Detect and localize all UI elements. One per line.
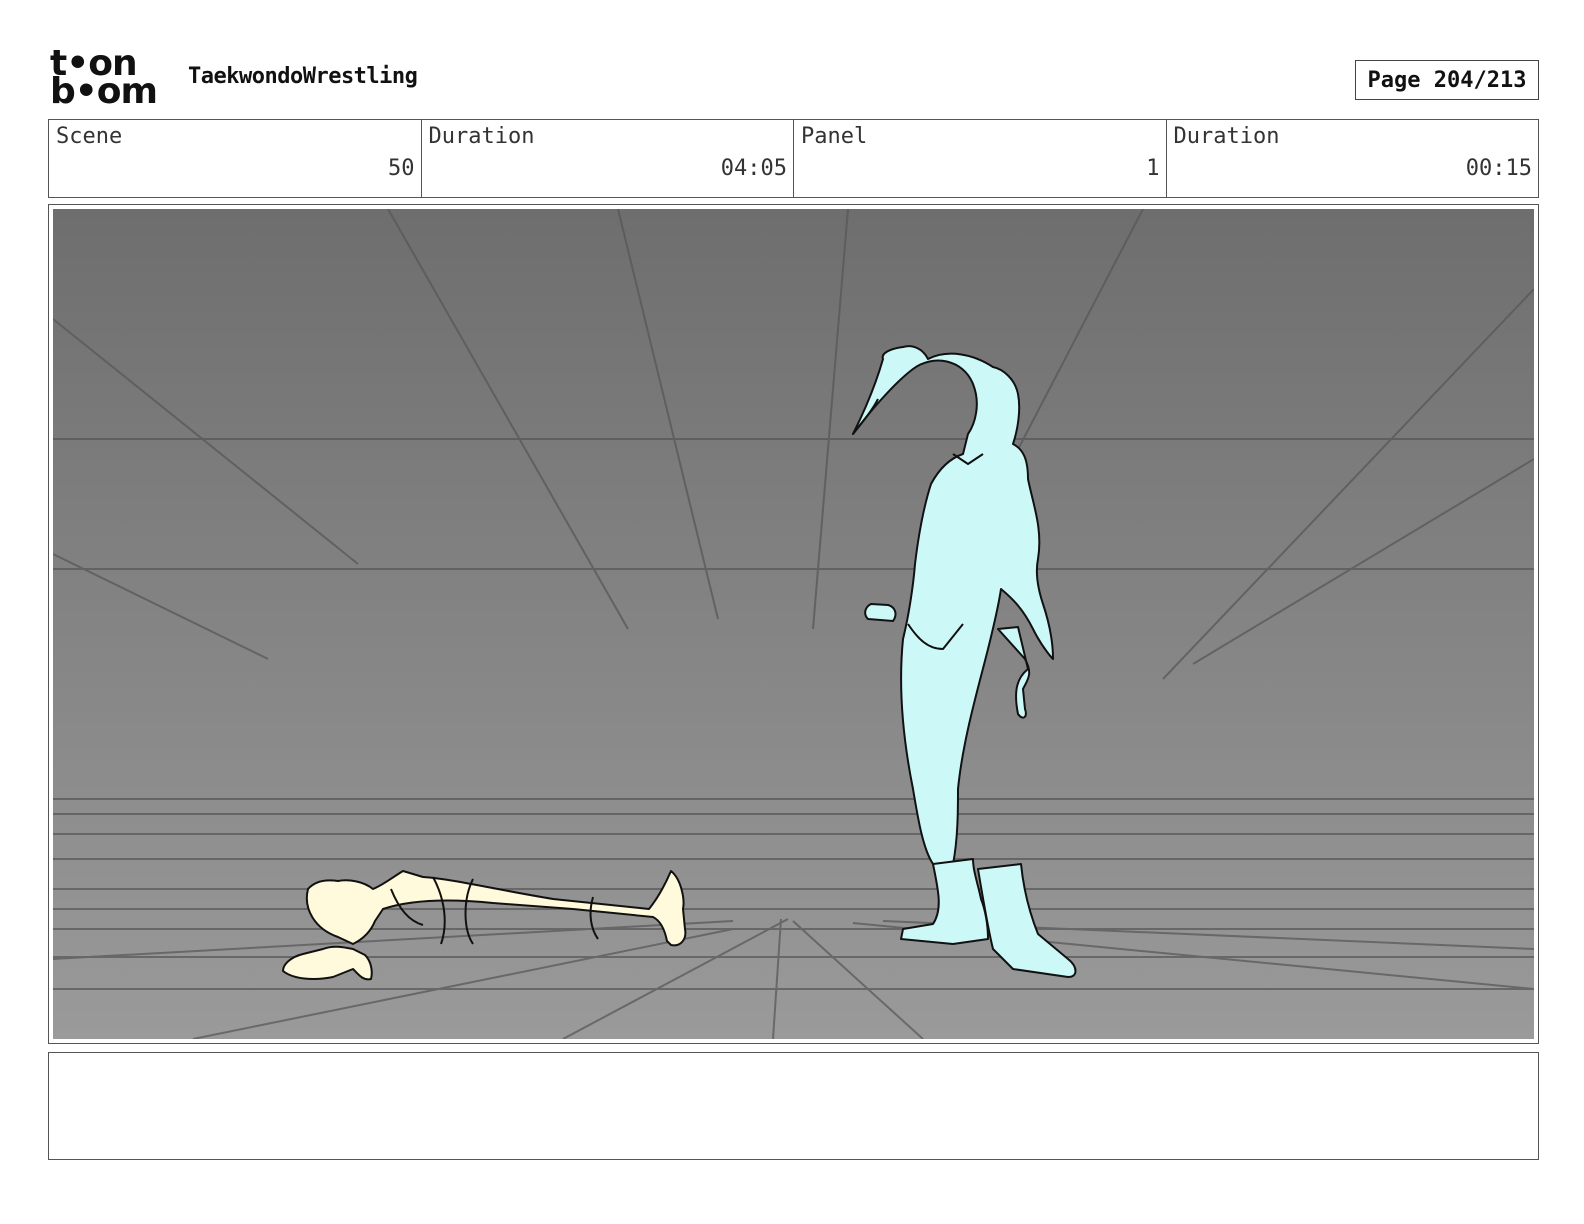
- scene-duration-value: 04:05: [720, 156, 787, 181]
- scene-value: 50: [388, 156, 415, 181]
- panel-duration-cell: Duration 00:15: [1167, 120, 1539, 197]
- scene-duration-label: Duration: [428, 124, 535, 149]
- project-title: TaekwondoWrestling: [188, 64, 418, 89]
- panel-value: 1: [1146, 156, 1160, 181]
- panel-label: Panel: [801, 124, 868, 149]
- panel-duration-label: Duration: [1173, 124, 1280, 149]
- storyboard-panel-image: [53, 209, 1534, 1039]
- panel-drawing: [53, 209, 1534, 1039]
- panel-cell: Panel 1: [794, 120, 1167, 197]
- scene-label: Scene: [56, 124, 123, 149]
- scene-cell: Scene 50: [49, 120, 422, 197]
- toonboom-logo: t•on b•om: [50, 46, 166, 112]
- storyboard-panel-frame: [48, 204, 1539, 1044]
- scene-duration-cell: Duration 04:05: [422, 120, 794, 197]
- page-number-box: Page 204/213: [1355, 60, 1539, 100]
- scene-info-row: Scene 50 Duration 04:05 Panel 1 Duration…: [48, 119, 1539, 198]
- logo-line-bottom: b•om: [50, 71, 158, 112]
- panel-duration-value: 00:15: [1465, 156, 1532, 181]
- panel-notes-box: [48, 1052, 1539, 1160]
- panel-background: [53, 209, 1534, 1039]
- page-number: Page 204/213: [1367, 67, 1527, 93]
